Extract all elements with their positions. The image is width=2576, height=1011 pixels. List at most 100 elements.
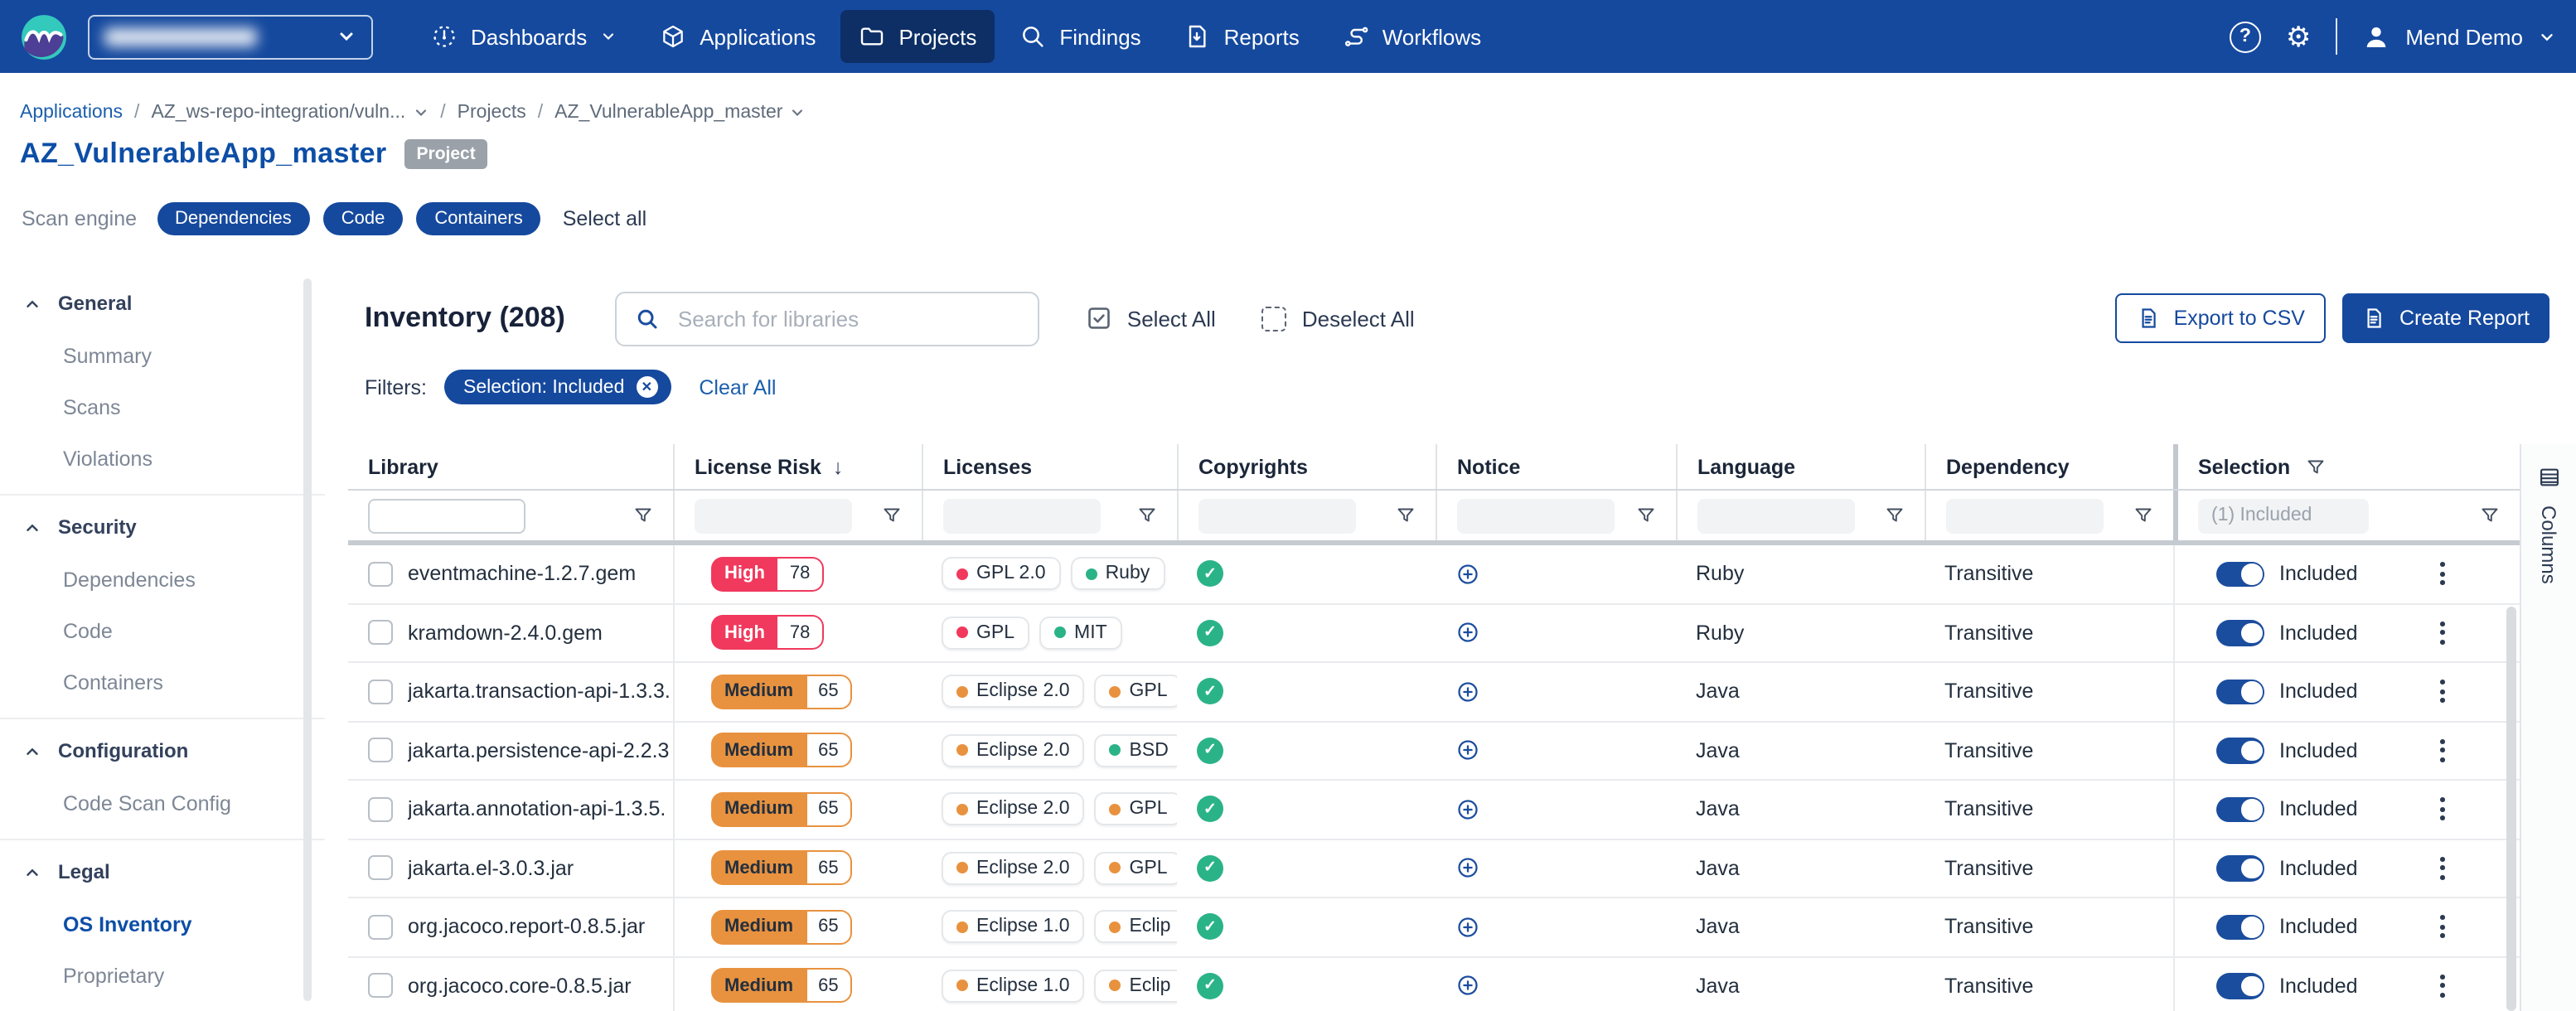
breadcrumb-item-az-vulnerableapp-master[interactable]: AZ_VulnerableApp_master bbox=[554, 103, 806, 123]
search-input[interactable] bbox=[675, 304, 1019, 332]
sidebar-item-code-scan-config[interactable]: Code Scan Config bbox=[0, 777, 325, 829]
nav-item-applications[interactable]: Applications bbox=[642, 10, 834, 63]
columns-panel-tab[interactable]: Columns bbox=[2520, 444, 2576, 1011]
sidebar-item-containers[interactable]: Containers bbox=[0, 656, 325, 708]
included-toggle[interactable] bbox=[2216, 914, 2264, 940]
sidebar-section-header-configuration[interactable]: Configuration bbox=[0, 724, 325, 777]
breadcrumb-item-applications[interactable]: Applications bbox=[20, 103, 123, 123]
filter-input-library[interactable] bbox=[368, 498, 525, 533]
column-header-licenses[interactable]: Licenses bbox=[922, 444, 1177, 489]
funnel-icon[interactable] bbox=[882, 506, 902, 525]
included-toggle[interactable] bbox=[2216, 679, 2264, 704]
export-to-csv-button[interactable]: Export to CSV bbox=[2116, 293, 2327, 343]
plus-circle-icon[interactable] bbox=[1455, 856, 1480, 881]
plus-circle-icon[interactable] bbox=[1455, 738, 1480, 763]
funnel-icon[interactable] bbox=[2133, 506, 2153, 525]
filter-box-notice[interactable] bbox=[1457, 498, 1615, 533]
sidebar-scrollbar[interactable] bbox=[303, 278, 312, 1001]
row-checkbox[interactable] bbox=[368, 856, 393, 881]
row-checkbox[interactable] bbox=[368, 562, 393, 587]
filter-box-copyrights[interactable] bbox=[1198, 498, 1356, 533]
sort-desc-icon[interactable]: ↓ bbox=[833, 455, 844, 478]
included-toggle[interactable] bbox=[2216, 855, 2264, 881]
column-header-language[interactable]: Language bbox=[1676, 444, 1925, 489]
filter-box-license-risk[interactable] bbox=[695, 498, 852, 533]
filter-box-licenses[interactable] bbox=[943, 498, 1101, 533]
plus-circle-icon[interactable] bbox=[1455, 974, 1480, 999]
funnel-icon[interactable] bbox=[2480, 506, 2500, 525]
filter-box-dependency[interactable] bbox=[1946, 498, 2104, 533]
scan-engine-pill-containers[interactable]: Containers bbox=[416, 202, 540, 235]
plus-circle-icon[interactable] bbox=[1455, 680, 1480, 704]
sidebar-item-violations[interactable]: Violations bbox=[0, 433, 325, 484]
funnel-icon[interactable] bbox=[2305, 457, 2325, 476]
sidebar-section-header-legal[interactable]: Legal bbox=[0, 845, 325, 898]
plus-circle-icon[interactable] bbox=[1455, 915, 1480, 940]
sidebar-item-os-inventory[interactable]: OS Inventory bbox=[0, 898, 325, 950]
deselect-all-button[interactable]: Deselect All bbox=[1262, 306, 1415, 331]
column-header-notice[interactable]: Notice bbox=[1436, 444, 1676, 489]
select-all-button[interactable]: Select All bbox=[1086, 305, 1216, 331]
plus-circle-icon[interactable] bbox=[1455, 797, 1480, 822]
filter-chip-selection-included[interactable]: Selection: Included ✕ bbox=[443, 370, 671, 404]
sidebar-item-proprietary[interactable]: Proprietary bbox=[0, 950, 325, 1001]
clear-all-filters-link[interactable]: Clear All bbox=[699, 375, 776, 399]
sidebar-section-header-security[interactable]: Security bbox=[0, 501, 325, 554]
row-menu-kebab[interactable] bbox=[2435, 970, 2450, 1002]
breadcrumb-item-az-ws-repo-integration-vuln[interactable]: AZ_ws-repo-integration/vuln... bbox=[151, 103, 429, 123]
row-checkbox[interactable] bbox=[368, 738, 393, 763]
row-checkbox[interactable] bbox=[368, 915, 393, 940]
sidebar-item-commercial[interactable]: Commercial bbox=[0, 1001, 325, 1011]
sidebar-item-code[interactable]: Code bbox=[0, 605, 325, 656]
included-toggle[interactable] bbox=[2216, 620, 2264, 646]
sidebar-item-dependencies[interactable]: Dependencies bbox=[0, 554, 325, 605]
sidebar-item-scans[interactable]: Scans bbox=[0, 381, 325, 433]
breadcrumb-item-projects[interactable]: Projects bbox=[458, 103, 526, 123]
filter-box-language[interactable] bbox=[1697, 498, 1855, 533]
scan-engine-pill-code[interactable]: Code bbox=[323, 202, 404, 235]
row-checkbox[interactable] bbox=[368, 974, 393, 999]
included-toggle[interactable] bbox=[2216, 973, 2264, 999]
funnel-icon[interactable] bbox=[1396, 506, 1416, 525]
organization-dropdown[interactable] bbox=[88, 14, 373, 59]
row-menu-kebab[interactable] bbox=[2435, 675, 2450, 708]
column-header-copyrights[interactable]: Copyrights bbox=[1177, 444, 1436, 489]
table-scrollbar[interactable] bbox=[2506, 607, 2516, 1011]
included-toggle[interactable] bbox=[2216, 561, 2264, 587]
scan-engine-pill-dependencies[interactable]: Dependencies bbox=[157, 202, 310, 235]
funnel-icon[interactable] bbox=[633, 506, 653, 525]
included-toggle[interactable] bbox=[2216, 796, 2264, 822]
row-menu-kebab[interactable] bbox=[2435, 911, 2450, 943]
row-checkbox[interactable] bbox=[368, 621, 393, 646]
settings-gear-icon[interactable]: ⚙ bbox=[2286, 22, 2312, 51]
nav-item-reports[interactable]: Reports bbox=[1166, 10, 1318, 63]
nav-item-findings[interactable]: Findings bbox=[1001, 10, 1159, 63]
plus-circle-icon[interactable] bbox=[1455, 621, 1480, 646]
remove-filter-icon[interactable]: ✕ bbox=[636, 376, 657, 398]
nav-item-dashboards[interactable]: Dashboards bbox=[413, 10, 635, 63]
plus-circle-icon[interactable] bbox=[1455, 562, 1480, 587]
user-menu[interactable]: Mend Demo bbox=[2362, 22, 2556, 51]
funnel-icon[interactable] bbox=[1636, 506, 1656, 525]
sidebar-section-header-general[interactable]: General bbox=[0, 277, 325, 330]
filter-box-selection[interactable]: (1) Included bbox=[2198, 498, 2369, 533]
column-header-library[interactable]: Library bbox=[348, 444, 673, 489]
funnel-icon[interactable] bbox=[1885, 506, 1905, 525]
help-icon[interactable]: ? bbox=[2230, 21, 2261, 52]
column-header-license-risk[interactable]: License Risk↓ bbox=[673, 444, 922, 489]
row-menu-kebab[interactable] bbox=[2435, 793, 2450, 825]
nav-item-projects[interactable]: Projects bbox=[840, 10, 995, 63]
nav-item-workflows[interactable]: Workflows bbox=[1324, 10, 1499, 63]
sidebar-item-summary[interactable]: Summary bbox=[0, 330, 325, 381]
row-menu-kebab[interactable] bbox=[2435, 617, 2450, 649]
column-header-selection[interactable]: Selection bbox=[2173, 444, 2520, 489]
row-menu-kebab[interactable] bbox=[2435, 734, 2450, 767]
create-report-button[interactable]: Create Report bbox=[2343, 293, 2549, 343]
column-header-dependency[interactable]: Dependency bbox=[1925, 444, 2173, 489]
row-checkbox[interactable] bbox=[368, 797, 393, 822]
row-menu-kebab[interactable] bbox=[2435, 852, 2450, 884]
select-all-engines[interactable]: Select all bbox=[563, 207, 646, 230]
included-toggle[interactable] bbox=[2216, 738, 2264, 763]
row-checkbox[interactable] bbox=[368, 680, 393, 704]
mend-logo-icon[interactable] bbox=[20, 12, 68, 60]
